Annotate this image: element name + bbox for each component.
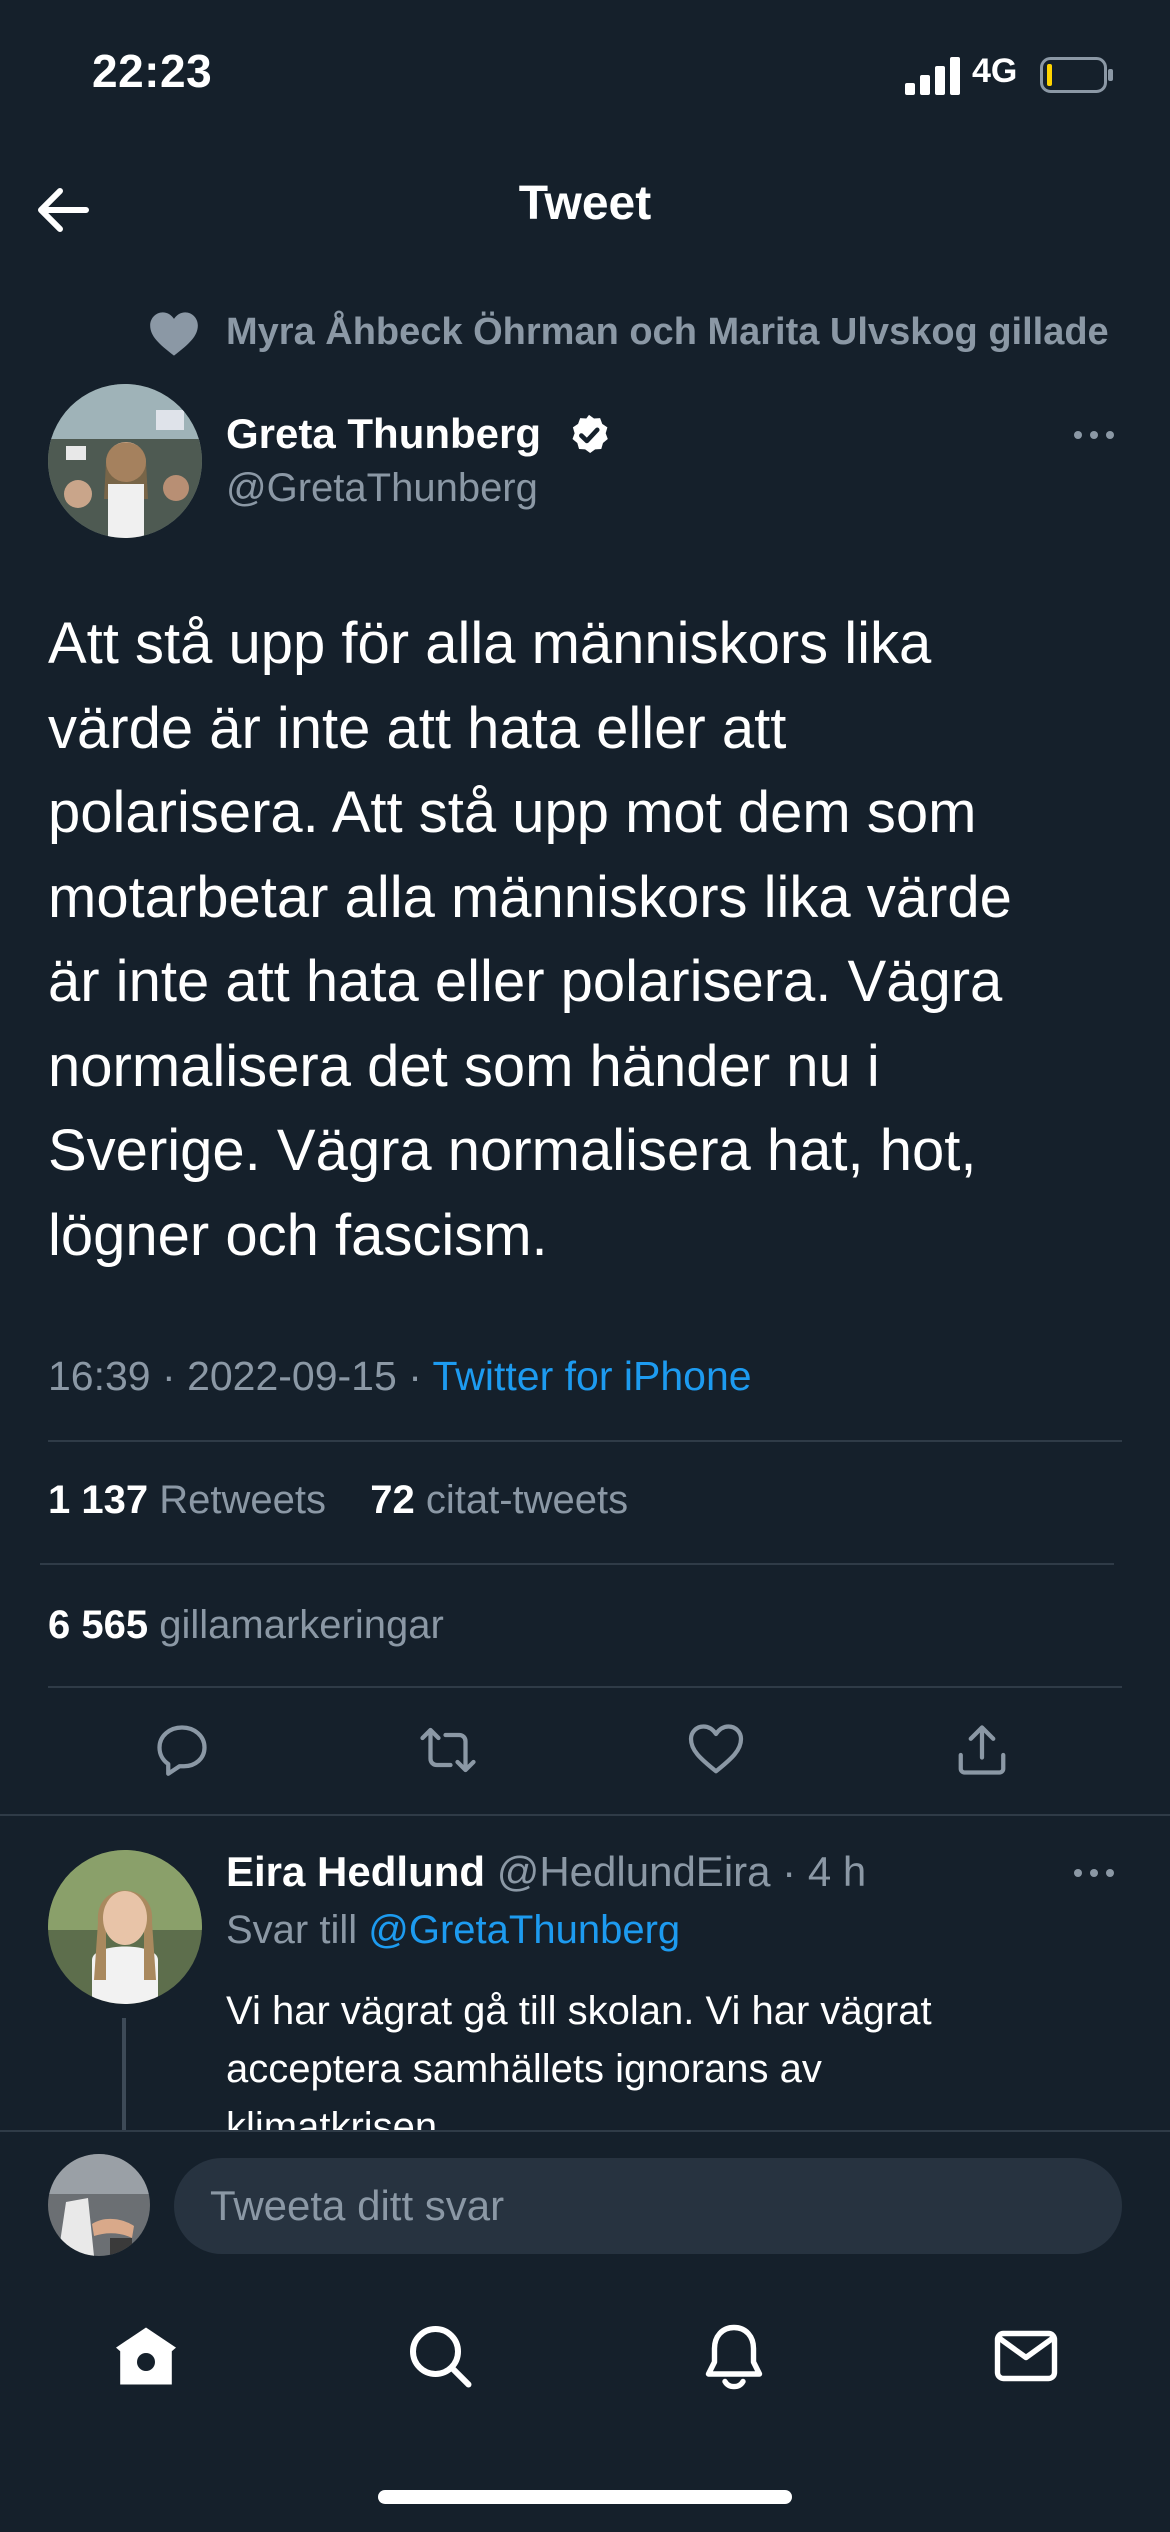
retweets-label: Retweets [159, 1478, 326, 1522]
meta-separator: · [770, 1848, 808, 1895]
home-icon[interactable] [110, 2320, 182, 2392]
mail-icon[interactable] [990, 2320, 1062, 2392]
search-icon[interactable] [404, 2320, 476, 2392]
status-time: 22:23 [92, 45, 213, 97]
user-avatar[interactable] [48, 2154, 150, 2256]
likes-count: 6 565 [48, 1603, 149, 1647]
signal-strength-icon [905, 57, 960, 95]
reply-icon[interactable] [152, 1720, 212, 1780]
retweet-stats: 1 137 Retweets 72 citat-tweets [48, 1478, 628, 1523]
tweet-meta: 16:39 · 2022-09-15 · Twitter for iPhone [48, 1353, 752, 1400]
tweet-time: 16:39 [48, 1353, 151, 1399]
bell-icon[interactable] [698, 2320, 770, 2392]
home-indicator [378, 2490, 792, 2504]
retweets-count: 1 137 [48, 1478, 149, 1522]
liked-by-text[interactable]: Myra Åhbeck Öhrman och Marita Ulvskog gi… [226, 311, 1109, 354]
tweet-source-link[interactable]: Twitter for iPhone [433, 1353, 752, 1399]
network-type: 4G [972, 52, 1018, 90]
reply-input[interactable] [174, 2158, 1122, 2254]
share-icon[interactable] [952, 1720, 1012, 1780]
author-name[interactable]: Greta Thunberg [226, 410, 541, 458]
reply-to: Svar till @GretaThunberg [226, 1908, 680, 1953]
thread-line [122, 2018, 126, 2136]
likes-label: gillamarkeringar [159, 1603, 444, 1647]
battery-icon [1040, 57, 1113, 93]
reply-to-handle[interactable]: @GretaThunberg [368, 1908, 680, 1952]
page-title: Tweet [518, 177, 652, 230]
quotes-count: 72 [370, 1478, 415, 1522]
reply-age: 4 h [807, 1848, 867, 1895]
tweet-date: 2022-09-15 [187, 1353, 397, 1399]
reply-author-handle[interactable]: @HedlundEira [497, 1848, 771, 1895]
reply-to-label: Svar till [226, 1908, 358, 1952]
heart-icon [150, 312, 198, 356]
tweet-text: Att stå upp för alla människors lika vär… [48, 611, 1012, 1268]
verified-badge-icon [572, 414, 608, 454]
divider [48, 1686, 1122, 1688]
quotes-stat[interactable]: 72 citat-tweets [370, 1478, 628, 1522]
quotes-label: citat-tweets [425, 1478, 629, 1522]
retweets-stat[interactable]: 1 137 Retweets [48, 1478, 326, 1522]
author-handle[interactable]: @GretaThunberg [226, 466, 538, 511]
reply-author-avatar[interactable] [48, 1850, 202, 2004]
meta-separator: · [408, 1353, 433, 1399]
divider [40, 1563, 1114, 1565]
author-avatar[interactable] [48, 384, 202, 538]
more-horizontal-icon[interactable] [1072, 1858, 1116, 1888]
divider [48, 1440, 1122, 1442]
reply-author-name[interactable]: Eira Hedlund [226, 1848, 485, 1895]
retweet-icon[interactable] [418, 1720, 478, 1780]
reply-header: Eira Hedlund @HedlundEira · 4 h [226, 1848, 866, 1896]
more-horizontal-icon[interactable] [1072, 420, 1116, 450]
like-icon[interactable] [686, 1720, 746, 1780]
reply-text: Vi har vägrat gå till skolan. Vi har väg… [226, 1989, 932, 2134]
likes-stat[interactable]: 6 565 gillamarkeringar [48, 1603, 444, 1648]
meta-separator: · [162, 1353, 188, 1399]
divider [0, 1814, 1170, 1816]
